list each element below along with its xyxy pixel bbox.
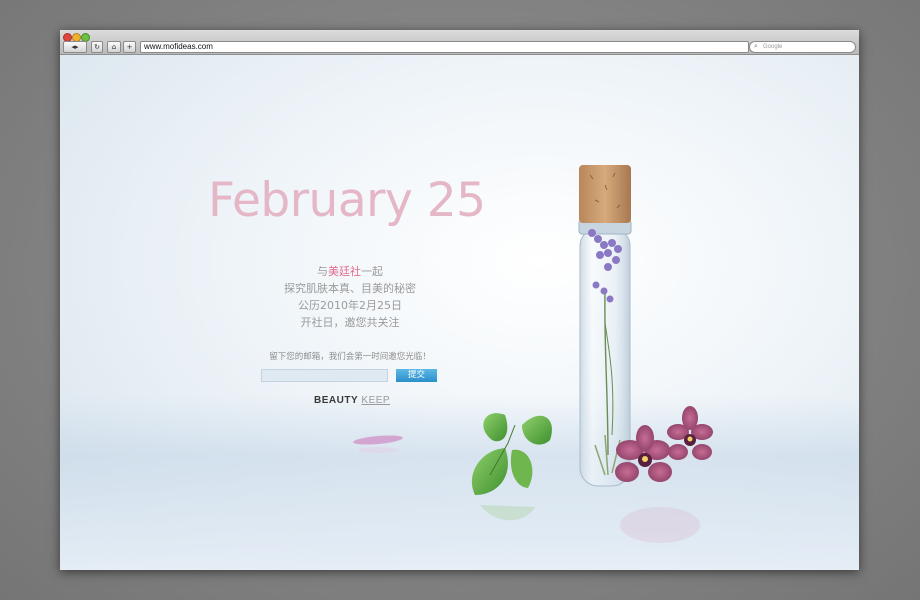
intro-line-2: 探究肌肤本真、目美的秘密 (284, 282, 416, 295)
intro-line-4: 开社日，邀您共关注 (300, 316, 400, 329)
page-headline: February 25 (208, 173, 486, 228)
email-field[interactable] (261, 369, 388, 382)
reload-icon: ↻ (94, 43, 100, 51)
mint-leaves-illustration (471, 413, 552, 521)
intro-text: 与美廷社一起 探究肌肤本真、目美的秘密 公历2010年2月25日 开社日，邀您共… (250, 263, 450, 331)
petal-illustration (353, 435, 403, 453)
decorative-illustration (353, 165, 713, 543)
landing-page: February 25 与美廷社一起 探究肌肤本真、目美的秘密 公历2010年2… (60, 55, 859, 570)
browser-window: ◂▸ ↻ ⌂ + www.mofideas.com ⌕ Google Febru… (60, 30, 859, 570)
logo-part-keep: KEEP (361, 395, 391, 406)
test-tube-illustration (578, 165, 632, 487)
reload-button[interactable]: ↻ (91, 41, 103, 53)
forward-arrow-icon[interactable]: ▸ (75, 42, 79, 52)
address-bar[interactable]: www.mofideas.com (140, 41, 749, 53)
magnifier-icon: ⌕ (754, 43, 758, 50)
add-bookmark-button[interactable]: + (123, 41, 136, 53)
intro-line-3: 公历2010年2月25日 (298, 299, 402, 312)
submit-button[interactable]: 提交 (396, 369, 437, 382)
bookmark-button[interactable]: ⌂ (107, 41, 121, 53)
intro-line-1: 与美廷社一起 (317, 265, 383, 278)
beauty-keep-logo: BEAUTY KEEP (314, 395, 390, 406)
back-forward-buttons[interactable]: ◂▸ (63, 41, 87, 53)
logo-part-beauty: BEAUTY (314, 395, 359, 406)
signup-prompt: 留下您的邮箱，我们会第一时间邀您光临！ (269, 352, 431, 362)
brand-name: 美廷社 (328, 265, 361, 278)
plus-icon: + (126, 43, 133, 51)
bookmark-icon: ⌂ (111, 43, 117, 51)
search-placeholder: Google (763, 44, 783, 50)
search-field[interactable]: ⌕ Google (749, 41, 856, 53)
browser-toolbar: ◂▸ ↻ ⌂ + www.mofideas.com ⌕ Google (60, 30, 859, 55)
